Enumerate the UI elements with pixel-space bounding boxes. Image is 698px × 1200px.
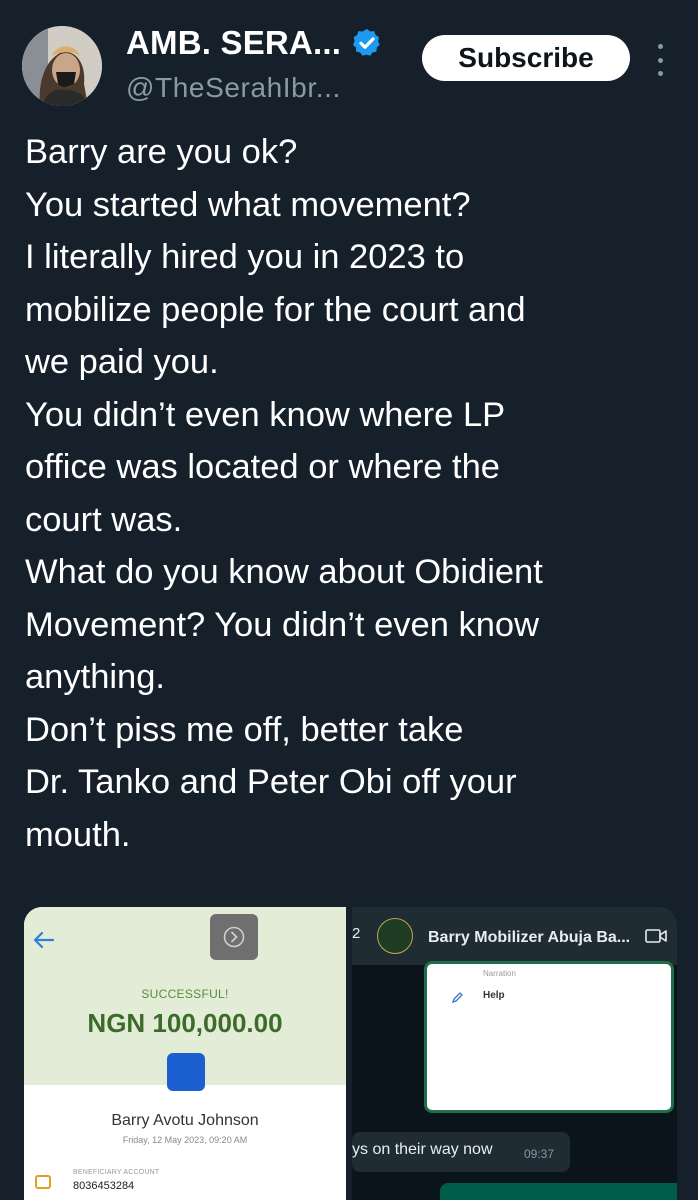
tweet-line: Movement? You didn’t even know <box>25 605 540 644</box>
user-handle[interactable]: @TheSerahIbr... <box>126 72 341 104</box>
chat-message-bubble: ys on their way now 09:37 <box>352 1132 570 1172</box>
more-dot <box>657 71 663 76</box>
account-card-icon <box>35 1175 51 1189</box>
account-number: 8036453284 <box>73 1180 135 1192</box>
receipt-date: Friday, 12 May 2023, 09:20 AM <box>122 1135 248 1145</box>
video-call-icon <box>645 929 667 943</box>
tweet-line: What do you know about Obidient <box>25 553 543 591</box>
back-arrow-icon <box>33 931 55 949</box>
media-image-chat[interactable]: 2 Barry Mobilizer Abuja Ba... Narration … <box>352 907 677 1200</box>
more-dot <box>657 44 663 49</box>
tweet-line: mobilize people for the court and <box>25 290 526 329</box>
narration-card: Narration Help <box>424 961 674 1113</box>
tweet-line: we paid you. <box>25 343 219 381</box>
chat-header-number: 2 <box>352 925 361 942</box>
tweet-line: office was located or where the <box>25 448 500 486</box>
avatar-photo <box>22 26 102 106</box>
subscribe-button[interactable]: Subscribe <box>422 35 630 81</box>
tweet-line: Dr. Tanko and Peter Obi off your <box>25 763 517 801</box>
receipt-status: SUCCESSFUL! <box>141 987 229 1001</box>
receipt-payee: Barry Avotu Johnson <box>111 1112 259 1129</box>
chat-message-time: 09:37 <box>524 1147 555 1161</box>
tweet-line: mouth. <box>25 815 131 854</box>
pencil-icon <box>451 992 463 1004</box>
group-logo <box>377 918 413 954</box>
tweet-line: Don’t piss me off, better take <box>25 710 464 749</box>
tweet-line: I literally hired you in 2023 to <box>25 238 465 276</box>
more-dot <box>657 57 663 63</box>
tweet-line: court was. <box>25 500 183 539</box>
chat-message-text: ys on their way now <box>352 1141 493 1158</box>
tweet-line: You didn’t even know where LP <box>25 395 506 434</box>
media-image-receipt[interactable]: SUCCESSFUL! NGN 100,000.00 Barry Avotu J… <box>24 907 346 1200</box>
tweet-line: anything. <box>25 658 166 696</box>
outgoing-message-bubble <box>440 1183 677 1200</box>
verified-badge-icon <box>353 29 380 56</box>
ecobank-logo <box>167 1053 205 1091</box>
tweet-line: Barry are you ok? <box>25 133 298 171</box>
narration-value: Help <box>483 990 505 1001</box>
more-vertical-icon[interactable] <box>652 44 668 76</box>
narration-label: Narration <box>483 969 516 978</box>
profile-avatar[interactable] <box>22 26 102 106</box>
tweet-line: You started what movement? <box>25 185 471 224</box>
chat-group-title: Barry Mobilizer Abuja Ba... <box>428 929 631 946</box>
receipt-amount: NGN 100,000.00 <box>87 1008 283 1038</box>
tweet-header: AMB. SERA... @TheSerahIbr... Subscribe <box>0 0 698 120</box>
tweet-text: Barry are you ok? You started what movem… <box>25 126 675 861</box>
chevron-right-icon <box>210 914 258 960</box>
account-label: BENEFICIARY ACCOUNT <box>73 1169 160 1176</box>
display-name[interactable]: AMB. SERA... <box>126 24 341 62</box>
